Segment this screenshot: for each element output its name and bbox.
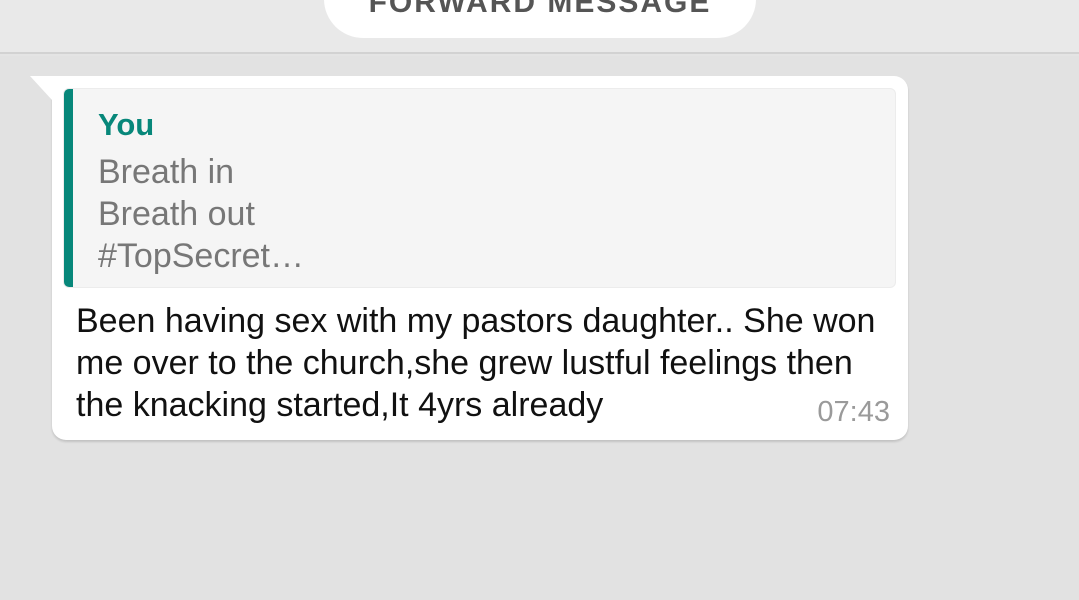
quote-accent-bar <box>64 89 73 287</box>
top-bar: FORWARD MESSAGE <box>0 0 1079 54</box>
forward-message-button[interactable]: FORWARD MESSAGE <box>324 0 756 38</box>
message-bubble[interactable]: You Breath in Breath out #TopSecret… Bee… <box>30 76 908 440</box>
forward-message-label: FORWARD MESSAGE <box>368 0 712 19</box>
chat-area[interactable]: You Breath in Breath out #TopSecret… Bee… <box>0 56 1079 600</box>
bubble-tail <box>30 76 52 100</box>
quoted-message[interactable]: You Breath in Breath out #TopSecret… <box>63 88 896 288</box>
quoted-author: You <box>98 107 155 142</box>
quoted-text: Breath in Breath out #TopSecret… <box>98 153 304 275</box>
message-text: Been having sex with my pastors daughter… <box>76 302 876 424</box>
message-timestamp: 07:43 <box>817 396 890 428</box>
